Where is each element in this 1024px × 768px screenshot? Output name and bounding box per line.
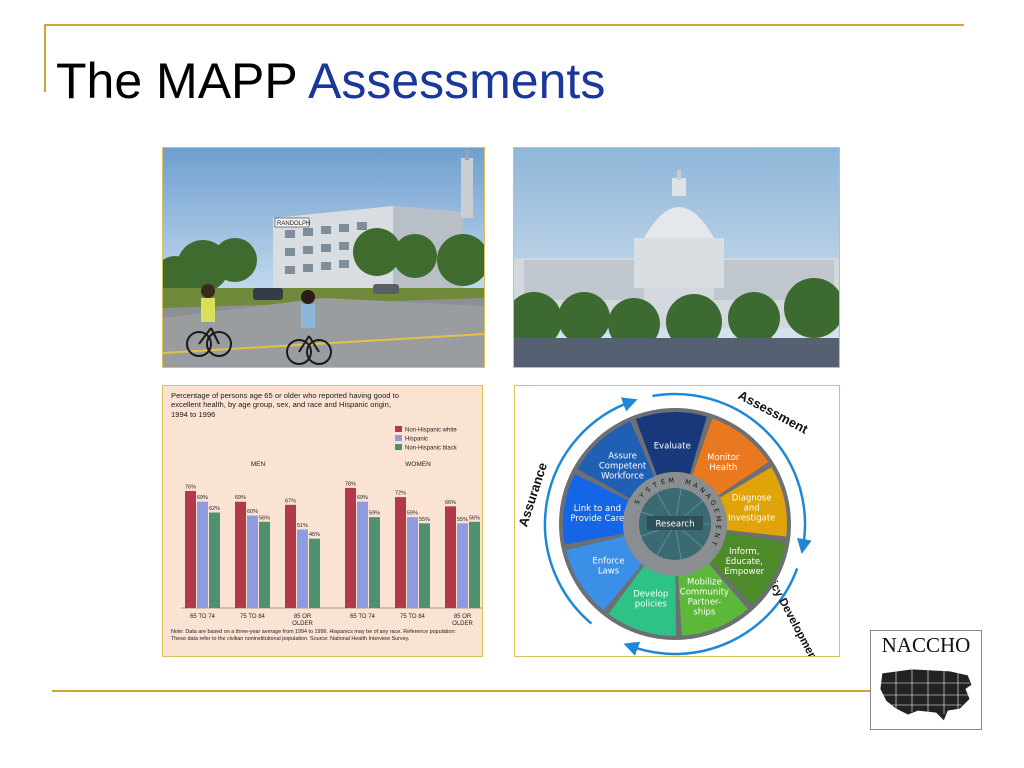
segment-label: Empower — [724, 567, 764, 577]
ring-letter: M — [714, 515, 723, 522]
naccho-logo: NACCHO — [870, 630, 982, 730]
bar — [395, 497, 406, 608]
bar-value-label: 60% — [247, 509, 258, 515]
x-tick-label: 85 OR — [294, 614, 312, 620]
segment-label: Mobilize — [687, 578, 722, 588]
bar — [419, 523, 430, 608]
segment-label: Develop — [633, 590, 668, 600]
bar-value-label: 62% — [209, 506, 220, 512]
top-accent-rule — [44, 24, 964, 26]
legend-swatch — [395, 426, 402, 432]
us-map-icon — [879, 668, 973, 722]
segment-label: Link to and — [574, 504, 621, 514]
chart-note: Note: Data are based on a three-year ave… — [171, 629, 456, 642]
legend-label: Non-Hispanic black — [405, 446, 458, 452]
bottom-accent-rule — [52, 690, 872, 692]
photo-capitol — [513, 147, 840, 368]
bar — [247, 515, 258, 608]
legend-label: Non-Hispanic white — [405, 428, 457, 434]
x-tick-label: 75 TO 84 — [400, 614, 425, 620]
mapp-wheel-panel: Assessment Policy Development Assurance Mon… — [514, 385, 840, 657]
bar — [345, 487, 356, 608]
legend-swatch — [395, 435, 402, 441]
segment-label: Health — [709, 463, 737, 473]
segment-label: policies — [635, 600, 668, 610]
bar-value-label: 69% — [197, 495, 208, 501]
slide-title-part1: The MAPP — [56, 53, 297, 109]
center-label: Research — [656, 520, 695, 530]
bar — [445, 506, 456, 608]
x-tick-label: 75 TO 84 — [240, 614, 265, 620]
bar-value-label: 76% — [185, 484, 196, 490]
bar-value-label: 69% — [357, 495, 368, 501]
bar — [357, 501, 368, 608]
bar — [259, 521, 270, 608]
legend-label: Hispanic — [405, 437, 428, 443]
segment-label: and — [744, 504, 760, 514]
bar-value-label: 56% — [469, 515, 480, 521]
bar — [469, 521, 480, 608]
left-accent-rule — [44, 24, 46, 92]
bar — [209, 512, 220, 608]
slide-title-part2: Assessments — [308, 53, 606, 109]
bar — [369, 517, 380, 608]
bar-value-label: 78% — [345, 481, 356, 487]
bar — [457, 523, 468, 608]
photo-cyclists: RANDOLPH — [162, 147, 485, 368]
segment-label: Educate, — [726, 557, 763, 567]
bar — [197, 501, 208, 608]
segment-label: Diagnose — [732, 494, 772, 504]
bar-value-label: 59% — [407, 511, 418, 517]
x-tick-label: 85 OR — [454, 614, 472, 620]
segment-label: Provide Care — [570, 514, 624, 524]
group-heading: WOMEN — [405, 461, 431, 468]
segment-label: Laws — [598, 567, 620, 577]
bar-value-label: 69% — [235, 495, 246, 501]
x-tick-label: 65 TO 74 — [190, 614, 215, 620]
bar-value-label: 72% — [395, 491, 406, 497]
bar-chart: Non-Hispanic white Hispanic Non-Hispanic b… — [181, 426, 482, 627]
segment-label: Investigate — [728, 514, 775, 524]
capitol-illustration — [514, 148, 839, 367]
segment-label: Competent — [599, 462, 647, 472]
bar-value-label: 56% — [259, 515, 270, 521]
bar — [297, 529, 308, 608]
street-sign: RANDOLPH — [277, 221, 310, 227]
bar — [309, 538, 320, 608]
bar — [407, 517, 418, 608]
bar-value-label: 45% — [309, 532, 320, 538]
segment-label: ships — [693, 608, 716, 618]
health-bar-chart-panel: Percentage of persons age 65 or older wh… — [162, 385, 483, 657]
outer-label: Assessment — [736, 387, 811, 437]
x-tick-label: 65 TO 74 — [350, 614, 375, 620]
ring-letter: M — [668, 476, 674, 484]
segment-label: Partner- — [688, 598, 721, 608]
legend-swatch — [395, 444, 402, 450]
group-heading: MEN — [251, 461, 266, 468]
segment-label: Assure — [608, 452, 637, 462]
bar-value-label: 67% — [285, 498, 296, 504]
naccho-logo-text: NACCHO — [881, 633, 971, 657]
bar — [235, 501, 246, 608]
bar-value-label: 55% — [419, 517, 430, 523]
bar-value-label: 51% — [297, 523, 308, 529]
ring-letter: E — [714, 525, 722, 530]
bar-value-label: 59% — [369, 511, 380, 517]
bar — [285, 504, 296, 608]
segment-label: Community — [680, 588, 729, 598]
cyclists-illustration: RANDOLPH — [163, 148, 484, 367]
segment-label: Enforce — [592, 557, 624, 567]
public-health-services-wheel: AssessmentPolicy DevelopmentAssuranceMon… — [515, 387, 820, 656]
x-tick-label: OLDER — [452, 621, 473, 627]
slide-title: The MAPP Assessments — [56, 56, 605, 106]
x-tick-label: OLDER — [292, 621, 313, 627]
segment-label: Monitor — [707, 453, 740, 463]
bar-value-label: 55% — [457, 517, 468, 523]
segment-label: Workforce — [601, 472, 644, 482]
segment-label: Inform, — [729, 547, 759, 557]
bar-value-label: 66% — [445, 500, 456, 506]
bar — [185, 490, 196, 608]
segment-label: Evaluate — [654, 442, 691, 452]
